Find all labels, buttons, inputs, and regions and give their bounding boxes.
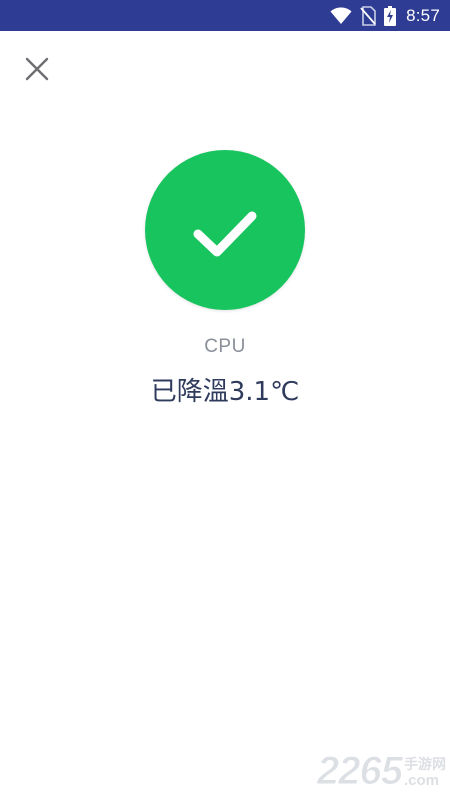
watermark-side: 手游网 .com — [404, 757, 446, 789]
watermark-cn: 手游网 — [404, 757, 446, 773]
success-circle — [145, 150, 305, 310]
no-sim-icon — [360, 5, 376, 26]
cooling-result-screen: 8:57 CPU 已降溫3.1℃ 2265 手游网 .com — [0, 0, 450, 799]
close-icon — [20, 52, 54, 86]
status-time: 8:57 — [406, 5, 440, 25]
status-bar: 8:57 — [0, 0, 450, 31]
watermark-suffix: .com — [404, 772, 440, 789]
status-icons: 8:57 — [330, 0, 440, 31]
battery-charging-icon — [384, 5, 397, 26]
site-watermark: 2265 手游网 .com — [317, 747, 446, 793]
component-label: CPU — [204, 336, 246, 357]
wifi-icon — [330, 7, 352, 25]
close-button[interactable] — [20, 52, 54, 86]
watermark-number: 2265 — [317, 749, 404, 793]
cooling-result-text: 已降溫3.1℃ — [150, 377, 300, 407]
